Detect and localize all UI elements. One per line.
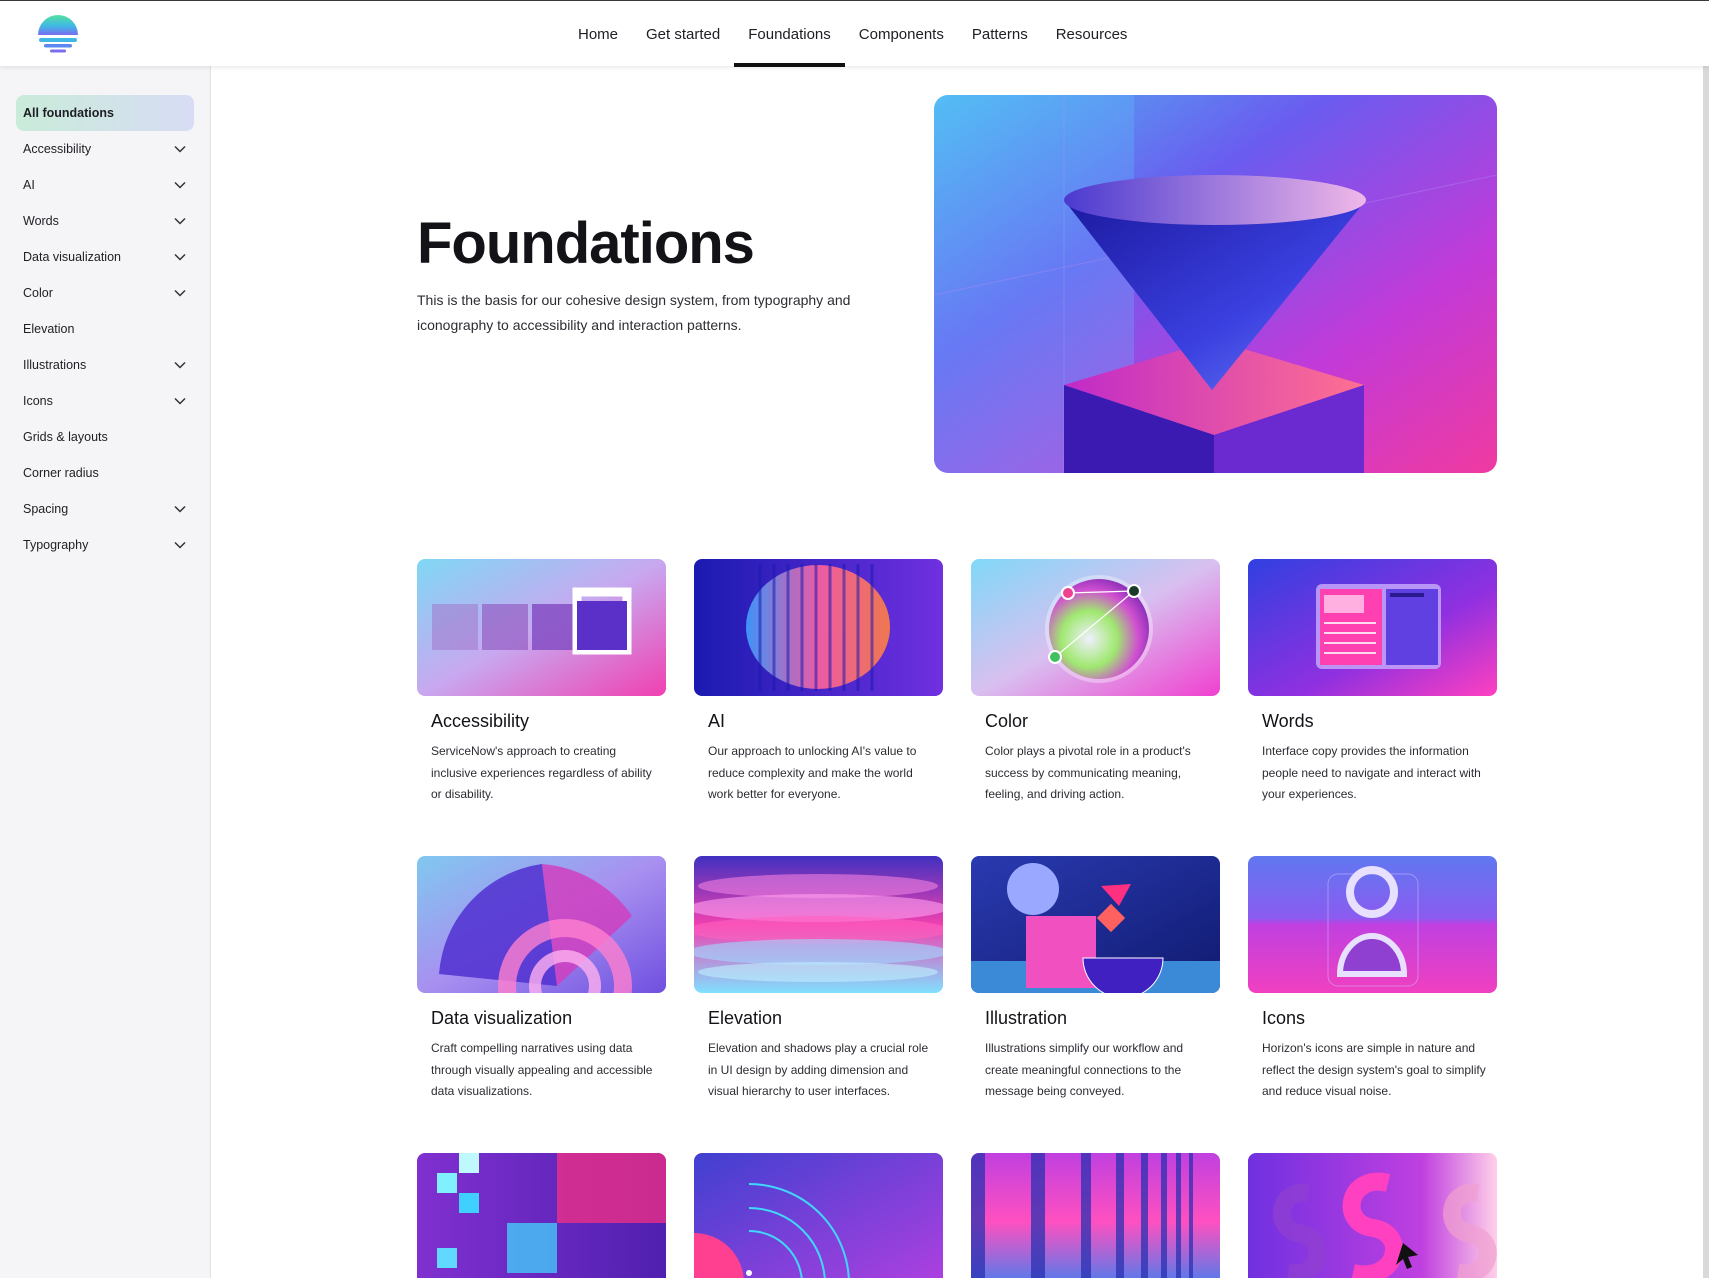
card-title: Illustration xyxy=(985,1008,1068,1028)
sidebar-item-icons[interactable]: Icons xyxy=(16,383,194,419)
card-description: Color plays a pivotal role in a product'… xyxy=(985,744,1191,801)
sidebar: All foundations Accessibility AI Words D… xyxy=(0,66,211,1278)
card-image xyxy=(417,1153,666,1278)
nav-components[interactable]: Components xyxy=(845,1,958,67)
chevron-down-icon[interactable] xyxy=(174,253,186,261)
sidebar-item-illustrations[interactable]: Illustrations xyxy=(16,347,194,383)
card-image xyxy=(417,559,666,696)
card-title: Words xyxy=(1262,711,1314,731)
sidebar-item-typography[interactable]: Typography xyxy=(16,527,194,563)
sidebar-item-grids-layouts[interactable]: Grids & layouts xyxy=(16,419,194,455)
main-nav: Home Get started Foundations Components … xyxy=(564,1,1141,67)
chevron-down-icon[interactable] xyxy=(174,361,186,369)
card-title: Icons xyxy=(1262,1008,1306,1028)
card-spacing[interactable] xyxy=(971,1153,1220,1278)
page-scrollbar[interactable] xyxy=(1703,1,1709,1278)
hero-illustration xyxy=(934,95,1497,473)
card-elevation[interactable]: Elevation Elevation and shadows play a c… xyxy=(694,856,943,1103)
sidebar-item-label: Illustrations xyxy=(23,358,87,372)
sidebar-item-accessibility[interactable]: Accessibility xyxy=(16,131,194,167)
card-image xyxy=(971,559,1220,696)
card-image xyxy=(694,559,943,696)
sidebar-item-corner-radius[interactable]: Corner radius xyxy=(16,455,194,491)
sidebar-item-label: Typography xyxy=(23,538,89,552)
card-image xyxy=(971,1153,1220,1278)
chevron-down-icon[interactable] xyxy=(174,145,186,153)
sidebar-item-label: Icons xyxy=(23,394,53,408)
sidebar-item-label: All foundations xyxy=(23,106,114,120)
card-title: Color xyxy=(985,711,1029,731)
nav-foundations[interactable]: Foundations xyxy=(734,1,845,67)
sidebar-item-data-visualization[interactable]: Data visualization xyxy=(16,239,194,275)
card-title: Elevation xyxy=(708,1008,783,1028)
sidebar-item-label: Color xyxy=(23,286,53,300)
card-description: Interface copy provides the information … xyxy=(1262,744,1481,801)
card-image xyxy=(694,856,943,993)
sidebar-item-all-foundations[interactable]: All foundations xyxy=(16,95,194,131)
sidebar-item-label: Spacing xyxy=(23,502,69,516)
card-description: Craft compelling narratives using data t… xyxy=(431,1041,653,1098)
logo-icon[interactable] xyxy=(36,13,80,57)
card-image xyxy=(694,1153,943,1278)
sidebar-item-label: Words xyxy=(23,214,59,228)
card-grids-layouts[interactable] xyxy=(417,1153,666,1278)
sidebar-item-ai[interactable]: AI xyxy=(16,167,194,203)
card-image xyxy=(1248,559,1497,696)
card-image xyxy=(417,856,666,993)
card-accessibility[interactable]: Accessibility ServiceNow's approach to c… xyxy=(417,559,666,806)
card-description: Illustrations simplify our workflow and … xyxy=(985,1041,1184,1098)
sidebar-item-label: Data visualization xyxy=(23,250,121,264)
card-color[interactable]: Color Color plays a pivotal role in a pr… xyxy=(971,559,1220,806)
card-description: Horizon's icons are simple in nature and… xyxy=(1262,1041,1486,1098)
card-data-visualization[interactable]: Data visualization Craft compelling narr… xyxy=(417,856,666,1103)
card-illustration[interactable]: Illustration Illustrations simplify our … xyxy=(971,856,1220,1103)
card-image xyxy=(971,856,1220,993)
card-description: Our approach to unlocking AI's value to … xyxy=(708,744,917,801)
card-words[interactable]: Words Interface copy provides the inform… xyxy=(1248,559,1497,806)
sidebar-list: All foundations Accessibility AI Words D… xyxy=(16,95,194,563)
nav-resources[interactable]: Resources xyxy=(1042,1,1142,67)
nav-home[interactable]: Home xyxy=(564,1,632,67)
sidebar-item-elevation[interactable]: Elevation xyxy=(16,311,194,347)
chevron-down-icon[interactable] xyxy=(174,289,186,297)
page-title: Foundations xyxy=(417,211,755,276)
chevron-down-icon[interactable] xyxy=(174,397,186,405)
card-image xyxy=(1248,1153,1497,1278)
card-description: Elevation and shadows play a crucial rol… xyxy=(708,1041,929,1098)
sidebar-item-spacing[interactable]: Spacing xyxy=(16,491,194,527)
card-icons[interactable]: Icons Horizon's icons are simple in natu… xyxy=(1248,856,1497,1103)
sidebar-item-label: AI xyxy=(23,178,35,192)
card-title: Accessibility xyxy=(431,711,530,731)
card-title: AI xyxy=(708,711,726,731)
chevron-down-icon[interactable] xyxy=(174,505,186,513)
card-image xyxy=(1248,856,1497,993)
page-description: This is the basis for our cohesive desig… xyxy=(417,292,851,333)
chevron-down-icon[interactable] xyxy=(174,217,186,225)
card-title: Data visualization xyxy=(431,1008,573,1028)
card-description: ServiceNow's approach to creating inclus… xyxy=(431,744,652,801)
sidebar-item-label: Corner radius xyxy=(23,466,99,480)
nav-patterns[interactable]: Patterns xyxy=(958,1,1042,67)
sidebar-item-label: Elevation xyxy=(23,322,75,336)
nav-get-started[interactable]: Get started xyxy=(632,1,734,67)
sidebar-item-label: Accessibility xyxy=(23,142,92,156)
sidebar-item-label: Grids & layouts xyxy=(23,430,108,444)
chevron-down-icon[interactable] xyxy=(174,181,186,189)
card-ai[interactable]: AI Our approach to unlocking AI's value … xyxy=(694,559,943,806)
sidebar-item-color[interactable]: Color xyxy=(16,275,194,311)
card-typography[interactable] xyxy=(1248,1153,1497,1278)
chevron-down-icon[interactable] xyxy=(174,541,186,549)
sidebar-item-words[interactable]: Words xyxy=(16,203,194,239)
card-corner-radius[interactable] xyxy=(694,1153,943,1278)
top-navigation: Home Get started Foundations Components … xyxy=(0,0,1709,67)
